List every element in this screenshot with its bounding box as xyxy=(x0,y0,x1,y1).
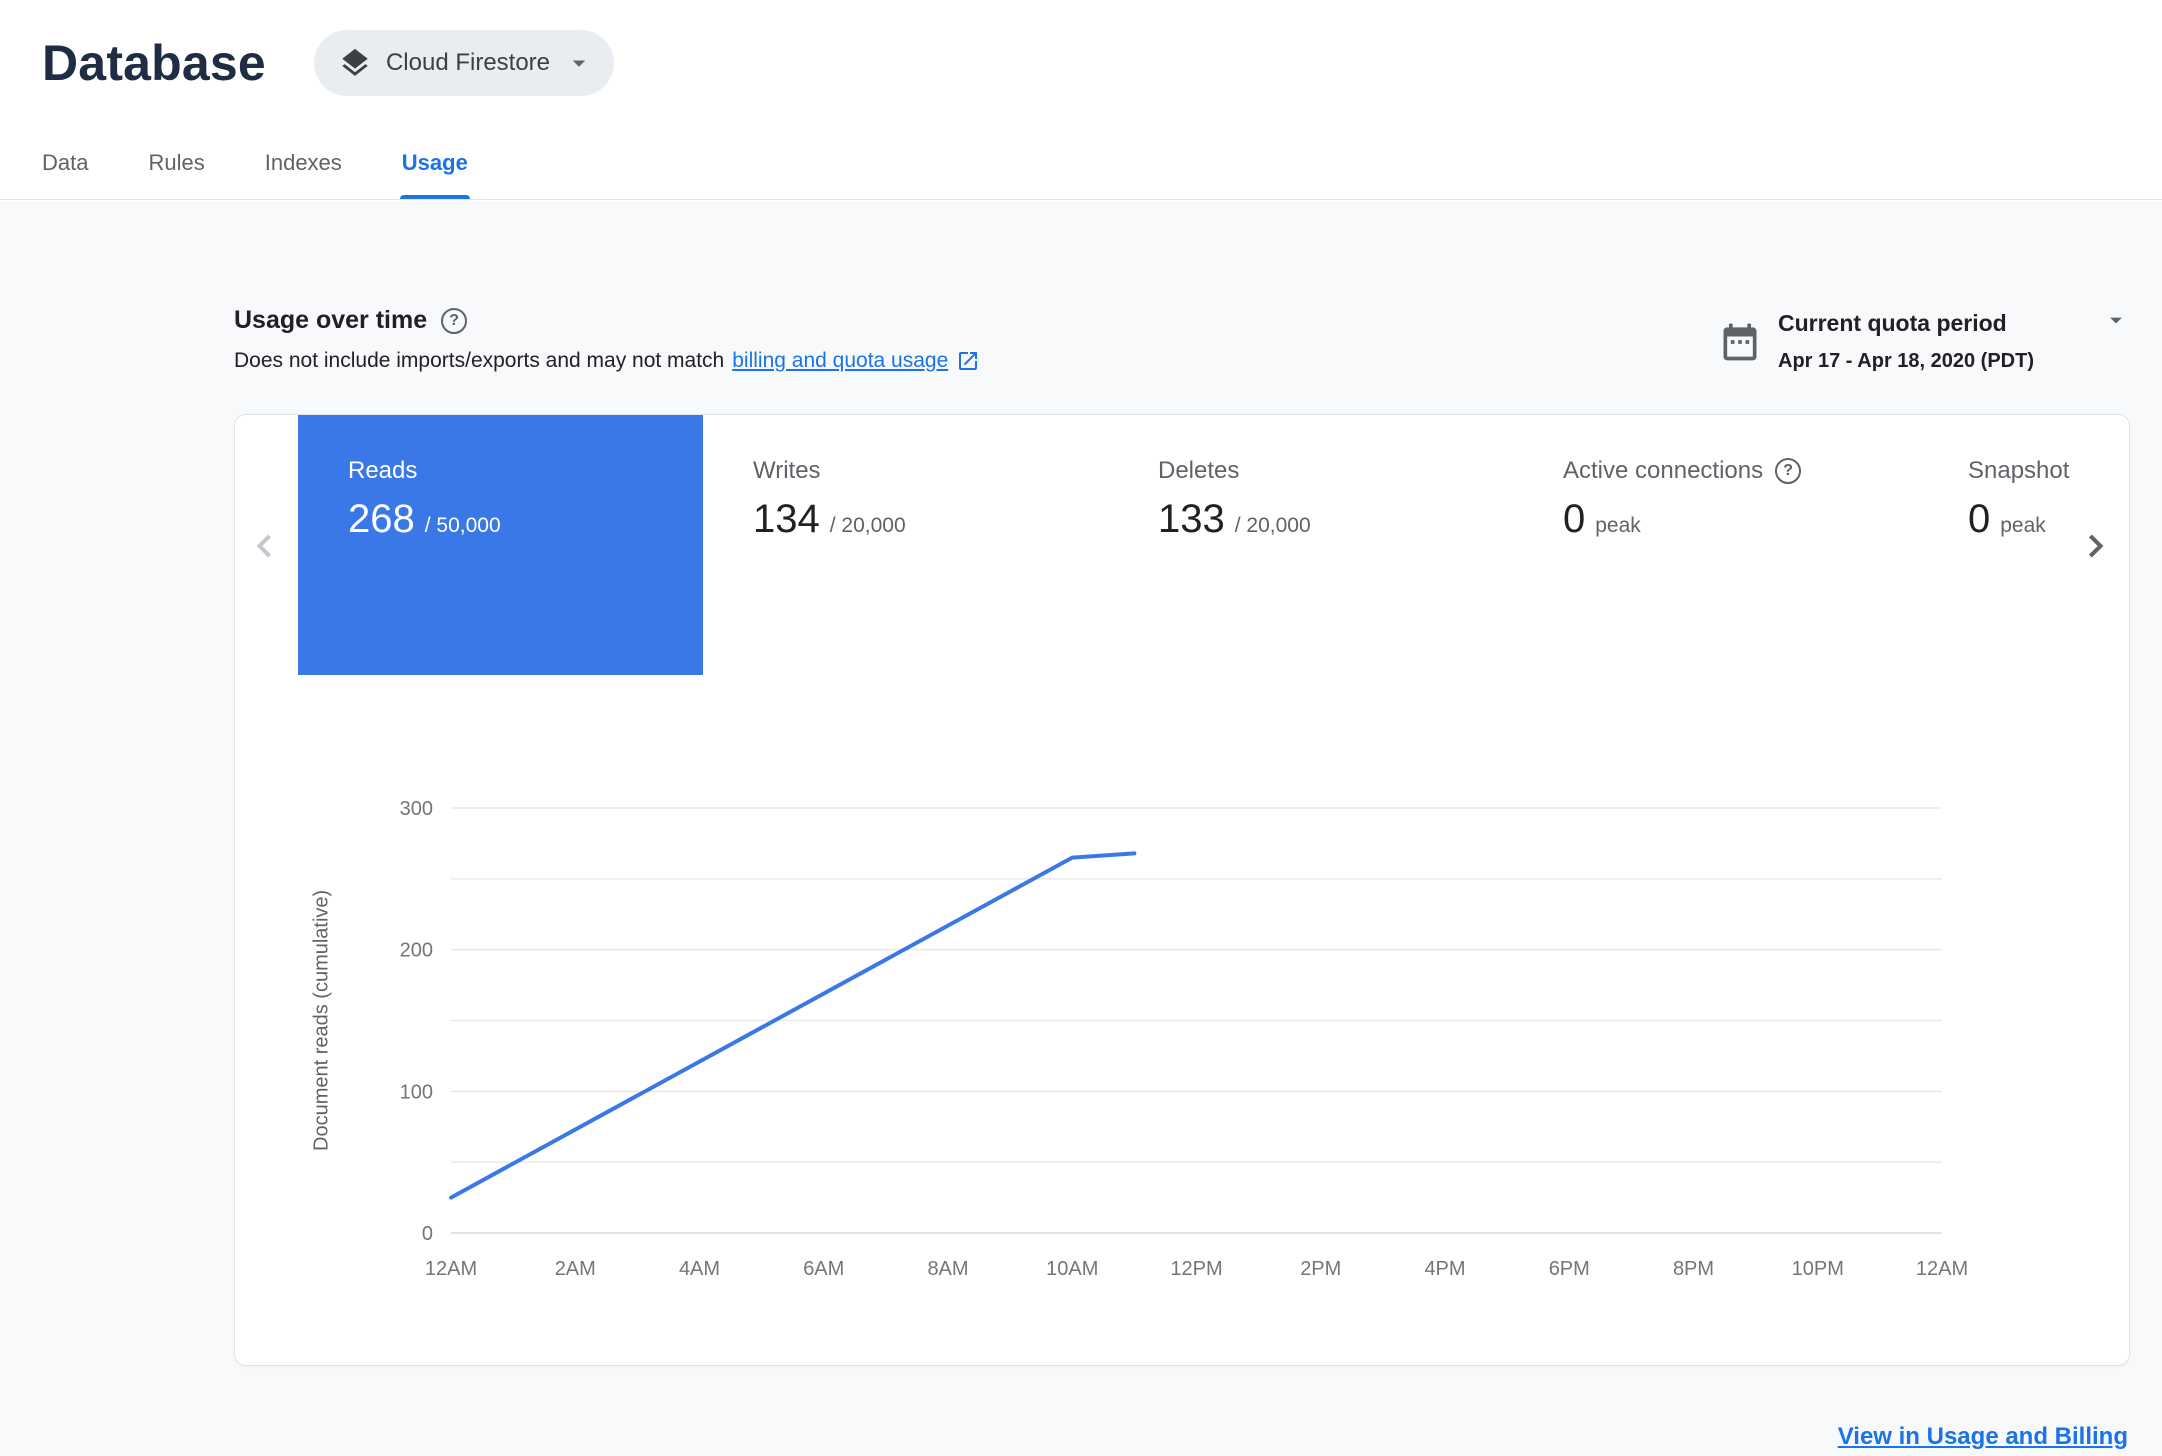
billing-usage-link[interactable]: billing and quota usage xyxy=(732,349,948,373)
svg-text:6PM: 6PM xyxy=(1549,1258,1590,1280)
usage-section-titles: Usage over time ? Does not include impor… xyxy=(234,306,980,373)
svg-text:4PM: 4PM xyxy=(1424,1258,1465,1280)
metric-card-reads[interactable]: Reads 268 / 50,000 xyxy=(298,415,703,675)
usage-card: Reads 268 / 50,000 Writes 134 / 20,000 D… xyxy=(234,414,2130,1366)
metric-quota: peak xyxy=(1595,514,1641,537)
metric-value: 268 xyxy=(348,497,415,541)
firestore-usage-page: Database Cloud Firestore Data Rules Inde… xyxy=(0,0,2162,1456)
metric-quota: / 50,000 xyxy=(424,514,501,537)
metric-quota: / 20,000 xyxy=(1234,514,1311,537)
chevron-down-icon xyxy=(564,48,594,78)
view-usage-billing-link[interactable]: View in Usage and Billing xyxy=(1838,1423,2128,1451)
metric-quota: peak xyxy=(2000,514,2046,537)
quota-period-label: Current quota period xyxy=(1778,309,2007,336)
firestore-logo-icon xyxy=(338,46,372,80)
svg-text:4AM: 4AM xyxy=(679,1258,720,1280)
metric-carousel: Reads 268 / 50,000 Writes 134 / 20,000 D… xyxy=(298,415,2071,675)
chevron-left-icon xyxy=(243,524,287,568)
usage-content: Usage over time ? Does not include impor… xyxy=(0,201,2162,1456)
chevron-down-icon xyxy=(2102,306,2130,340)
section-subtitle: Does not include imports/exports and may… xyxy=(234,349,980,373)
subtitle-text: Does not include imports/exports and may… xyxy=(234,349,725,372)
tab-indexes[interactable]: Indexes xyxy=(235,126,372,199)
svg-text:10PM: 10PM xyxy=(1792,1258,1844,1280)
svg-text:12AM: 12AM xyxy=(425,1258,477,1280)
svg-text:100: 100 xyxy=(400,1081,433,1103)
svg-text:200: 200 xyxy=(400,940,433,962)
quota-period-range: Apr 17 - Apr 18, 2020 (PDT) xyxy=(1778,350,2035,372)
svg-text:300: 300 xyxy=(400,798,433,820)
product-selector-label: Cloud Firestore xyxy=(385,49,551,76)
metric-label: Writes xyxy=(753,457,821,484)
svg-text:10AM: 10AM xyxy=(1046,1258,1098,1280)
external-link-icon[interactable] xyxy=(956,349,980,373)
help-icon[interactable]: ? xyxy=(441,307,468,334)
svg-text:2AM: 2AM xyxy=(555,1258,596,1280)
tab-bar: Data Rules Indexes Usage xyxy=(0,126,2162,200)
svg-text:12AM: 12AM xyxy=(1916,1258,1968,1280)
metric-card-deletes[interactable]: Deletes 133 / 20,000 xyxy=(1108,415,1513,675)
metric-value: 134 xyxy=(753,497,820,541)
usage-line-chart: 0 100 200 300 12AM 2AM 4AM 6AM 8AM 10AM 12PM 2PM 4PM… xyxy=(400,798,1969,1280)
page-header: Database Cloud Firestore xyxy=(0,0,2162,126)
metric-value: 0 xyxy=(1563,497,1586,541)
page-title: Database xyxy=(42,35,266,91)
product-selector[interactable]: Cloud Firestore xyxy=(313,30,615,96)
svg-text:6AM: 6AM xyxy=(803,1258,844,1280)
tab-data[interactable]: Data xyxy=(12,126,118,199)
metric-card-writes[interactable]: Writes 134 / 20,000 xyxy=(703,415,1108,675)
metric-value: 0 xyxy=(1968,497,1991,541)
quota-period-select[interactable]: Current quota period xyxy=(1778,306,2130,340)
metric-label: Snapshot listeners xyxy=(1968,457,2071,484)
tab-rules[interactable]: Rules xyxy=(118,126,234,199)
quota-period-controls: Current quota period Apr 17 - Apr 18, 20… xyxy=(1718,306,2130,373)
chevron-right-icon xyxy=(2073,524,2117,568)
svg-text:2PM: 2PM xyxy=(1300,1258,1341,1280)
carousel-next-button[interactable] xyxy=(2073,524,2117,568)
carousel-prev-button[interactable] xyxy=(243,524,287,568)
help-icon[interactable]: ? xyxy=(1775,458,1802,484)
metric-value: 133 xyxy=(1158,497,1225,541)
metric-card-snapshot-listeners[interactable]: Snapshot listeners 0 peak xyxy=(1918,415,2071,675)
svg-text:12PM: 12PM xyxy=(1170,1258,1222,1280)
usage-section-header: Usage over time ? Does not include impor… xyxy=(234,306,2130,373)
tab-usage[interactable]: Usage xyxy=(372,126,498,199)
y-axis-label: Document reads (cumulative) xyxy=(310,889,333,1152)
section-title: Usage over time xyxy=(234,306,428,334)
calendar-icon xyxy=(1718,320,1762,364)
metric-label: Deletes xyxy=(1158,457,1240,484)
metric-quota: / 20,000 xyxy=(829,514,906,537)
svg-text:8AM: 8AM xyxy=(927,1258,968,1280)
metric-label: Reads xyxy=(348,457,418,484)
svg-text:8PM: 8PM xyxy=(1673,1258,1714,1280)
metric-label: Active connections xyxy=(1563,457,1764,484)
svg-text:0: 0 xyxy=(422,1223,433,1245)
metric-card-active-connections[interactable]: Active connections ? 0 peak xyxy=(1513,415,1918,675)
